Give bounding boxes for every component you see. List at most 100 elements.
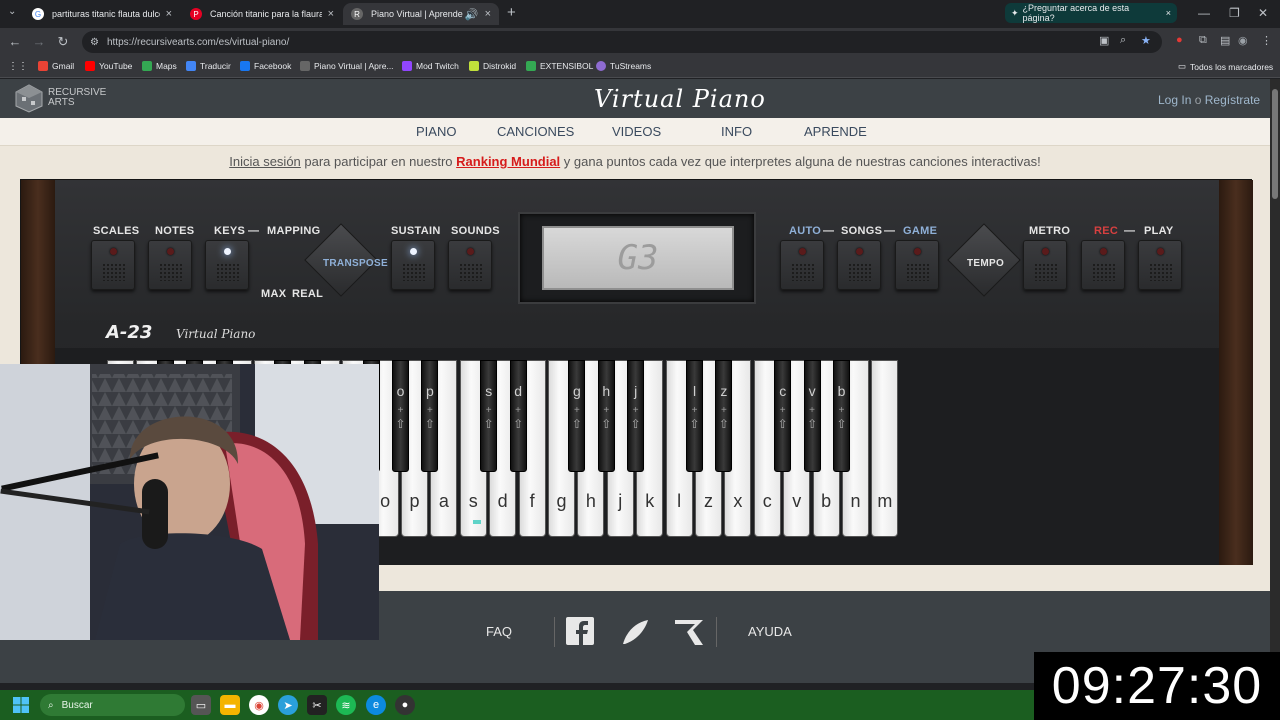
site-brand[interactable]: Virtual Piano — [594, 85, 766, 113]
black-key[interactable]: d + ⇧ — [509, 360, 527, 472]
bookmark-distrokid[interactable]: Distrokid — [469, 61, 516, 71]
white-key[interactable]: m — [871, 360, 899, 537]
tab-piano-virtual[interactable]: R Piano Virtual | Aprende a T 🔊 × — [343, 3, 499, 25]
black-key[interactable]: h + ⇧ — [597, 360, 615, 472]
nav-canciones[interactable]: CANCIONES — [497, 124, 574, 139]
black-key[interactable]: b + ⇧ — [833, 360, 850, 472]
bookmark-tustreams[interactable]: TuStreams — [596, 61, 651, 71]
windows-start-icon[interactable] — [13, 697, 29, 713]
bookmark-maps[interactable]: Maps — [142, 61, 177, 71]
game-button[interactable] — [895, 240, 939, 290]
black-key[interactable]: p + ⇧ — [421, 360, 439, 472]
speaker-icon[interactable]: 🔊 — [465, 8, 479, 21]
recursive-arts-icon[interactable] — [675, 618, 705, 646]
login-link[interactable]: Inicia sesión — [229, 154, 301, 169]
close-icon[interactable]: × — [485, 8, 491, 20]
apps-icon[interactable]: ⋮⋮ — [8, 61, 28, 72]
reload-icon[interactable]: ↻ — [55, 34, 71, 50]
back-icon[interactable]: ← — [7, 34, 23, 49]
nav-videos[interactable]: VIDEOS — [612, 124, 661, 139]
scroll-thumb[interactable] — [1272, 89, 1278, 199]
bookmark-traducir[interactable]: Traducir — [186, 61, 231, 71]
cast-icon[interactable]: ▣ — [1099, 34, 1109, 47]
logo-text[interactable]: RECURSIVE ARTS — [48, 88, 106, 108]
auto-button[interactable] — [780, 240, 824, 290]
recursive-arts-logo-icon[interactable] — [14, 83, 44, 113]
sidepanel-icon[interactable]: ▤ — [1220, 34, 1230, 47]
nav-info[interactable]: INFO — [721, 124, 752, 139]
help-link[interactable]: AYUDA — [748, 624, 792, 639]
plus-sign: + — [720, 405, 727, 416]
bookmark-piano-virtual[interactable]: Piano Virtual | Apre... — [300, 61, 394, 71]
faq-link[interactable]: FAQ — [486, 624, 512, 639]
nav-aprende[interactable]: APRENDE — [804, 124, 867, 139]
rec-button[interactable] — [1081, 240, 1125, 290]
bookmark-gmail[interactable]: Gmail — [38, 61, 74, 71]
play-button[interactable] — [1138, 240, 1182, 290]
minimize-icon[interactable]: — — [1198, 6, 1210, 20]
sustain-button[interactable] — [391, 240, 435, 290]
black-key[interactable]: s + ⇧ — [480, 360, 498, 472]
site-info-icon[interactable]: ⚙ — [90, 37, 99, 48]
obs-icon[interactable]: ● — [395, 695, 415, 715]
led-indicator — [799, 248, 806, 255]
chrome-icon[interactable]: ◉ — [249, 695, 269, 715]
scales-button[interactable] — [91, 240, 135, 290]
site-header: RECURSIVE ARTS Virtual Piano Log In o Re… — [0, 79, 1270, 118]
bookmark-extensibol[interactable]: EXTENSIBOL — [526, 61, 593, 71]
tempo-label: TEMPO — [967, 258, 1005, 269]
black-key[interactable]: v + ⇧ — [803, 360, 821, 472]
edge-icon[interactable]: e — [366, 695, 386, 715]
black-key[interactable]: j + ⇧ — [627, 360, 645, 472]
restore-icon[interactable]: ❐ — [1229, 6, 1240, 20]
nav-piano[interactable]: PIANO — [416, 124, 456, 139]
facebook-icon[interactable] — [566, 617, 594, 645]
extension-red-icon[interactable]: ● — [1176, 34, 1183, 46]
feather-icon[interactable] — [621, 618, 649, 646]
tab-cancion[interactable]: P Canción titanic para la flaura × — [182, 3, 342, 25]
lcd-frame: G3 — [518, 212, 756, 304]
metro-button[interactable] — [1023, 240, 1067, 290]
notes-button[interactable] — [148, 240, 192, 290]
file-explorer-icon[interactable]: ▬ — [220, 695, 240, 715]
close-icon[interactable]: × — [328, 8, 334, 20]
close-window-icon[interactable]: ✕ — [1258, 6, 1268, 20]
bookmarks-bar: ⋮⋮ Gmail YouTube Maps Traducir Facebook … — [0, 56, 1280, 78]
tab-search-icon[interactable]: ⌄ — [8, 6, 16, 17]
profile-avatar[interactable]: ◉ — [1238, 34, 1248, 47]
forward-icon[interactable]: → — [31, 34, 47, 49]
bookmark-youtube[interactable]: YouTube — [85, 61, 132, 71]
close-icon[interactable]: × — [166, 8, 172, 20]
bookmark-star-icon[interactable]: ★ — [1141, 34, 1151, 47]
spotify-icon[interactable]: ≋ — [336, 695, 356, 715]
bookmark-facebook[interactable]: Facebook — [240, 61, 291, 71]
ask-about-page-chip[interactable]: ✦ ¿Preguntar acerca de esta página? × — [1005, 3, 1177, 23]
all-bookmarks-folder[interactable]: ▭ Todos los marcadores — [1178, 61, 1273, 72]
zoom-icon[interactable]: ⌕ — [1120, 34, 1126, 47]
taskbar-search[interactable]: ⌕ Buscar — [40, 694, 185, 716]
black-key[interactable]: c + ⇧ — [774, 360, 792, 472]
telegram-icon[interactable]: ➤ — [278, 695, 298, 715]
keys-button[interactable] — [205, 240, 249, 290]
bookmark-mod-twitch[interactable]: Mod Twitch — [402, 61, 459, 71]
tab-partituras[interactable]: G partituras titanic flauta dulce - × — [24, 3, 180, 25]
ranking-link[interactable]: Ranking Mundial — [456, 154, 560, 169]
task-view-icon[interactable]: ▭ — [191, 695, 211, 715]
close-icon[interactable]: × — [1166, 8, 1171, 18]
address-bar[interactable]: ⚙ https://recursivearts.com/es/virtual-p… — [82, 31, 1162, 53]
menu-icon[interactable]: ⋮ — [1261, 34, 1272, 47]
black-key[interactable]: o + ⇧ — [392, 360, 409, 472]
new-tab-button[interactable]: + — [507, 4, 516, 21]
login-link[interactable]: Log In — [1158, 93, 1191, 107]
key-label: s — [468, 491, 478, 511]
capcut-icon[interactable]: ✂ — [307, 695, 327, 715]
key-label: z — [704, 491, 713, 511]
black-key[interactable]: g + ⇧ — [568, 360, 586, 472]
register-link[interactable]: Regístrate — [1205, 93, 1260, 107]
page-scrollbar[interactable] — [1270, 79, 1280, 683]
black-key[interactable]: z + ⇧ — [715, 360, 733, 472]
black-key[interactable]: l + ⇧ — [686, 360, 703, 472]
extensions-icon[interactable]: ⧉ — [1199, 34, 1207, 47]
songs-button[interactable] — [837, 240, 881, 290]
sounds-button[interactable] — [448, 240, 492, 290]
